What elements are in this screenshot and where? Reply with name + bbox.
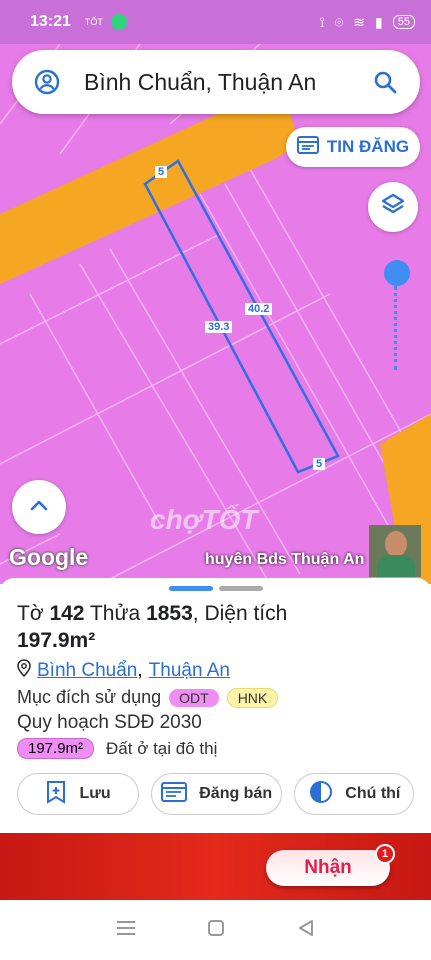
save-button[interactable]: Lưu	[17, 773, 140, 815]
handle-bar-active	[168, 586, 213, 591]
location-pin-icon	[17, 659, 31, 683]
legend-label: Chú thí	[345, 785, 401, 802]
thua-number: 1853	[146, 602, 193, 625]
status-bar: 13:21 TỐT ⟟ ⌾ ≋ ▮ 55	[0, 0, 431, 44]
dien-tich-label: , Diện tích	[192, 602, 288, 625]
thua-prefix: Thửa	[89, 602, 141, 625]
layers-icon	[380, 192, 406, 223]
zoom-slider-track[interactable]	[394, 286, 400, 370]
lot-edge-label-left: 39.3	[205, 321, 233, 333]
post-listing-icon	[161, 781, 188, 808]
google-logo: Google	[9, 544, 89, 570]
video-avatar[interactable]	[369, 525, 421, 577]
chotot-watermark: chợTỐT	[150, 504, 258, 535]
avatar-face	[385, 531, 407, 557]
legend-icon	[309, 780, 333, 809]
lot-edge-label-right: 40.2	[245, 303, 273, 315]
system-nav-bar	[0, 900, 431, 960]
lot-edge-label-bottom: 5	[313, 458, 326, 470]
land-purpose-row: Mục đích sử dụng ODT HNK	[17, 687, 414, 708]
app-screen: 13:21 TỐT ⟟ ⌾ ≋ ▮ 55 5 40.2 39.3 5 chợTỐ…	[0, 0, 431, 960]
planning-row: 197.9m² Đất ở tại đô thị	[17, 738, 414, 759]
location-separator: ,	[137, 660, 143, 681]
search-bar[interactable]: Bình Chuẩn, Thuận An	[12, 50, 420, 114]
signal-icon: ▮	[375, 13, 383, 30]
parcel-title: Tờ 142 Thửa 1853, Diện tích	[17, 601, 414, 627]
tin-dang-label: TIN ĐĂNG	[326, 137, 410, 156]
parcel-info-sheet: Tờ 142 Thửa 1853, Diện tích 197.9m² Bình…	[0, 578, 431, 833]
location-ward-link[interactable]: Bình Chuẩn	[37, 660, 137, 682]
home-icon[interactable]	[207, 919, 225, 942]
search-icon[interactable]	[372, 69, 398, 95]
planning-area-badge: 197.9m²	[17, 738, 95, 759]
claim-badge: 1	[375, 844, 395, 864]
chevron-up-icon	[29, 498, 49, 517]
account-icon[interactable]	[34, 69, 60, 95]
handle-bar-inactive	[218, 586, 263, 591]
status-time: 13:21	[30, 13, 71, 30]
post-for-sale-button[interactable]: Đăng bán	[151, 773, 283, 815]
expand-up-button[interactable]	[12, 480, 66, 534]
wifi-icon: ≋	[353, 13, 366, 30]
post-for-sale-label: Đăng bán	[199, 785, 273, 802]
parcel-area: 197.9m²	[17, 629, 96, 652]
listing-icon	[296, 135, 319, 160]
tin-dang-button[interactable]: TIN ĐĂNG	[286, 127, 420, 167]
claim-label: Nhận	[304, 857, 352, 878]
planning-title: Quy hoạch SDĐ 2030	[17, 712, 202, 733]
claim-button[interactable]: Nhận	[266, 850, 390, 886]
zoom-slider-handle[interactable]	[384, 260, 410, 286]
sheet-handle[interactable]	[17, 586, 414, 591]
lot-edge-label-top: 5	[155, 166, 168, 178]
battery-icon: 55	[392, 15, 415, 29]
land-purpose-label: Mục đích sử dụng	[17, 687, 162, 707]
recents-icon[interactable]	[116, 919, 136, 942]
purpose-tag-hnk[interactable]: HNK	[226, 687, 279, 708]
layers-button[interactable]	[368, 182, 418, 232]
location-icon: ⌾	[334, 13, 344, 30]
status-app-label: TỐT	[84, 17, 103, 27]
add-bookmark-icon	[45, 780, 67, 809]
parcel-location: Bình Chuẩn, Thuận An	[17, 659, 414, 683]
purpose-tag-odt[interactable]: ODT	[169, 688, 219, 707]
vibrate-icon: ⟟	[319, 13, 325, 30]
to-prefix: Tờ	[17, 602, 44, 625]
to-number: 142	[49, 602, 85, 625]
action-buttons: Lưu Đăng bán Chú thí	[17, 773, 414, 815]
avatar-body	[377, 555, 415, 577]
save-label: Lưu	[79, 785, 111, 802]
location-city-link[interactable]: Thuận An	[149, 660, 230, 682]
planning-description: Đất ở tại đô thị	[106, 738, 218, 758]
chat-icon	[110, 14, 127, 30]
back-icon[interactable]	[297, 919, 315, 942]
search-query[interactable]: Bình Chuẩn, Thuận An	[84, 69, 372, 96]
video-channel-label: huyên Bds Thuận An	[205, 551, 365, 568]
selected-lot-outline[interactable]	[143, 159, 340, 474]
legend-button[interactable]: Chú thí	[294, 773, 414, 815]
status-icons: ⟟ ⌾ ≋ ▮ 55	[320, 14, 415, 31]
promo-banner[interactable]: Nhận 1	[0, 833, 431, 900]
road-main	[0, 99, 275, 284]
